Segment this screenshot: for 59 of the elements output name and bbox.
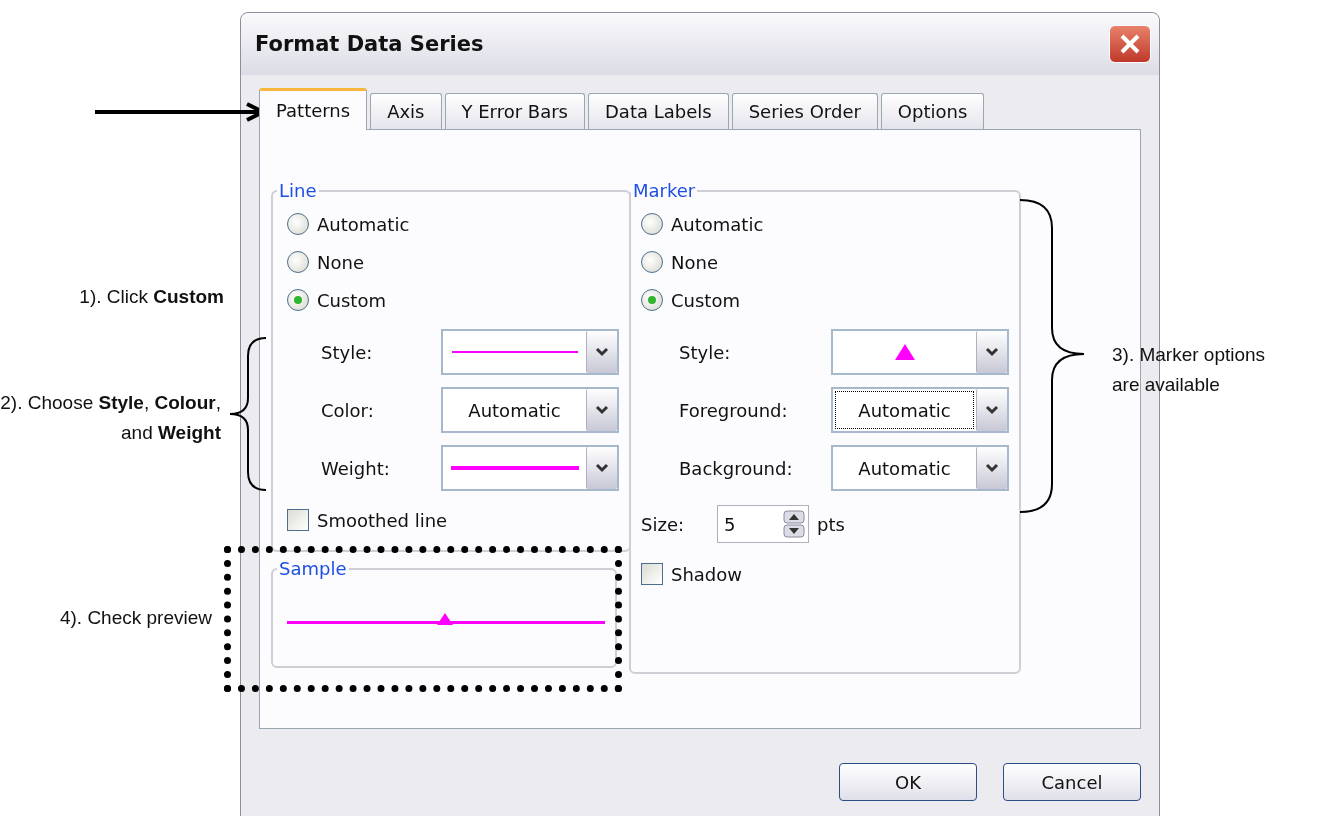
triangle-marker-icon [894,344,915,360]
field-label: Foreground: [678,399,789,421]
chevron-down-icon[interactable] [586,331,617,373]
tab[interactable]: Options [880,93,985,129]
field-label: Style: [320,341,374,363]
radio-button[interactable] [641,251,663,273]
radio-label: Automatic [671,213,764,235]
tab[interactable]: Y Error Bars [444,93,585,129]
size-label: Size: [641,513,685,535]
line-weight-icon [450,466,579,470]
tab[interactable]: Patterns [259,88,368,130]
checkbox-label: Smoothed line [317,509,448,531]
radio-button[interactable] [641,213,663,235]
chevron-down-icon[interactable] [976,389,1007,431]
field-label: Weight: [320,457,391,479]
annotation-text: 2). Choose Style, Colour, and Weight [0,391,221,445]
dialog-button[interactable]: OK [839,763,977,801]
checkbox[interactable] [641,563,663,585]
dialog-button[interactable]: Cancel [1003,763,1141,801]
chevron-down-icon[interactable] [976,331,1007,373]
dropdown[interactable]: Automatic [441,387,619,433]
checkbox-label: Shadow [671,563,743,585]
close-button[interactable] [1109,25,1151,63]
radio-button[interactable] [641,289,663,311]
radio-label: Custom [317,289,386,311]
tab[interactable]: Series Order [731,93,878,129]
annotation-text: 4). Check preview [59,606,212,630]
dropdown[interactable]: Automatic [831,387,1009,433]
field-label: Style: [678,341,732,363]
chevron-down-icon[interactable] [586,389,617,431]
radio-label: None [317,251,364,273]
group-title: Marker [632,180,697,201]
group-title: Line [278,180,318,201]
window-title: Format Data Series [255,32,484,56]
group-title: Sample [278,558,348,579]
field-label: Color: [320,399,375,421]
annotation-text: 3). Marker options are available [1112,343,1267,397]
radio-label: Automatic [317,213,410,235]
dropdown-value: Automatic [858,399,951,421]
line-style-icon [451,350,578,354]
dropdown-value: Automatic [468,399,561,421]
size-spinner[interactable]: 5 [717,505,809,543]
chevron-down-icon[interactable] [586,447,617,489]
checkbox[interactable] [287,509,309,531]
dropdown-value: Automatic [858,457,951,479]
tab[interactable]: Axis [370,93,442,129]
radio-button[interactable] [287,289,309,311]
field-label: Background: [678,457,794,479]
annotation-text: 1). Click Custom [79,285,224,309]
chevron-down-icon[interactable] [976,447,1007,489]
spin-arrows-icon[interactable] [783,510,805,538]
close-icon[interactable] [1119,33,1141,55]
dropdown[interactable]: Automatic [831,445,1009,491]
tab[interactable]: Data Labels [588,93,729,129]
radio-label: Custom [671,289,740,311]
radio-button[interactable] [287,213,309,235]
unit-label: pts [817,513,845,535]
radio-label: None [671,251,718,273]
radio-button[interactable] [287,251,309,273]
